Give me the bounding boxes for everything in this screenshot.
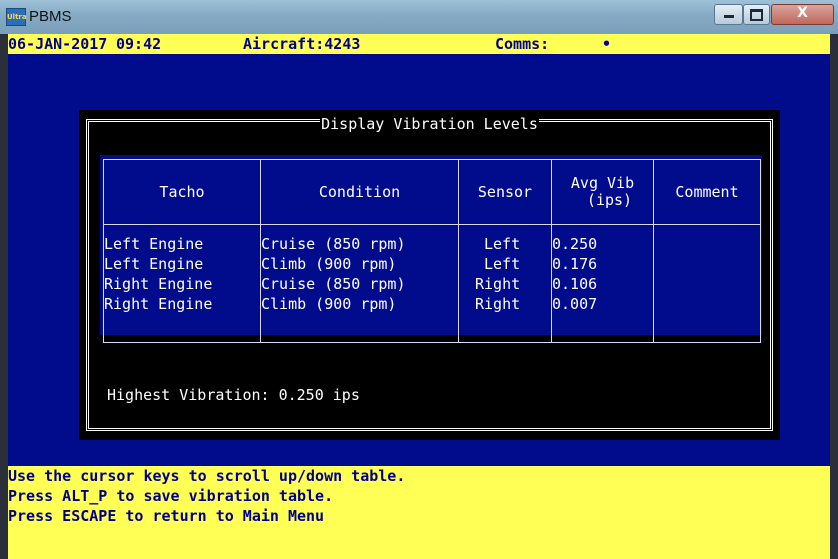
table-cell: Left Engine (104, 255, 204, 273)
table-cell: Right Engine (104, 295, 213, 313)
avg-vib-cell: 0.250 0.176 0.106 0.007 (551, 224, 654, 343)
header-comment: Comment (653, 159, 761, 225)
table-cell: 0.176 (552, 255, 598, 273)
table-cell: Right Engine (104, 275, 213, 293)
table-cell: 0.250 (552, 235, 598, 253)
status-time: 09:42 (116, 35, 162, 53)
table-body-row[interactable]: Left Engine Left Engine Right Engine Rig… (103, 224, 761, 343)
minimize-button[interactable] (714, 4, 743, 25)
status-date: 06-JAN-2017 (8, 35, 108, 53)
highest-vibration: Highest Vibration: 0.250 ips (107, 386, 360, 404)
table-cell: Climb (900 rpm) (261, 255, 397, 273)
app-icon: Ultra (6, 8, 27, 26)
comment-cell (653, 224, 761, 343)
status-comms-label: Comms: (495, 35, 550, 53)
help-line-scroll: Use the cursor keys to scroll up/down ta… (8, 467, 406, 485)
table-cell: Climb (900 rpm) (261, 295, 397, 313)
status-bar: 06-JAN-2017 09:42 Aircraft:4243 Comms: • (8, 34, 830, 54)
table-cell: Left (484, 235, 521, 253)
minimize-icon (723, 15, 734, 18)
help-bar: Use the cursor keys to scroll up/down ta… (8, 466, 830, 559)
header-avg-vib: Avg Vib (ips) (551, 159, 654, 225)
help-line-save: Press ALT_P to save vibration table. (8, 487, 334, 505)
header-tacho: Tacho (103, 159, 261, 225)
table-cell: 0.007 (552, 295, 598, 313)
condition-cell: Cruise (850 rpm) Climb (900 rpm) Cruise … (260, 224, 459, 343)
header-condition: Condition (260, 159, 459, 225)
window-titlebar: Ultra PBMS X (0, 0, 838, 34)
table-cell: Right (475, 275, 521, 293)
close-icon: X (797, 5, 808, 21)
vibration-dialog: Display Vibration Levels Tacho Condition… (79, 110, 780, 440)
dialog-title-text: Display Vibration Levels (320, 115, 539, 133)
header-avg-vib-line1: Avg Vib (570, 174, 635, 192)
table-cell: 0.106 (552, 275, 598, 293)
sensor-cell: Left Left Right Right (458, 224, 552, 343)
maximize-icon (750, 9, 763, 21)
table-cell: Cruise (850 rpm) (261, 235, 406, 253)
table-cell: Left Engine (104, 235, 204, 253)
vibration-table[interactable]: Tacho Condition Sensor Avg Vib (ips) Com… (103, 159, 761, 343)
terminal-screen: 06-JAN-2017 09:42 Aircraft:4243 Comms: •… (8, 34, 830, 559)
comms-indicator: • (602, 35, 612, 53)
table-cell: Right (475, 295, 521, 313)
vibration-table-panel: Tacho Condition Sensor Avg Vib (ips) Com… (100, 155, 762, 343)
status-aircraft: Aircraft:4243 (243, 35, 361, 53)
dialog-title: Display Vibration Levels (79, 115, 780, 133)
header-sensor: Sensor (458, 159, 552, 225)
header-avg-vib-line2: (ips) (586, 191, 633, 209)
table-cell: Cruise (850 rpm) (261, 275, 406, 293)
table-header-row: Tacho Condition Sensor Avg Vib (ips) Com… (103, 159, 761, 225)
table-cell: Left (484, 255, 521, 273)
help-line-escape: Press ESCAPE to return to Main Menu (8, 507, 325, 525)
close-button[interactable]: X (771, 4, 834, 25)
tacho-cell: Left Engine Left Engine Right Engine Rig… (103, 224, 261, 343)
maximize-button[interactable] (743, 4, 770, 25)
window-title: PBMS (29, 8, 72, 25)
